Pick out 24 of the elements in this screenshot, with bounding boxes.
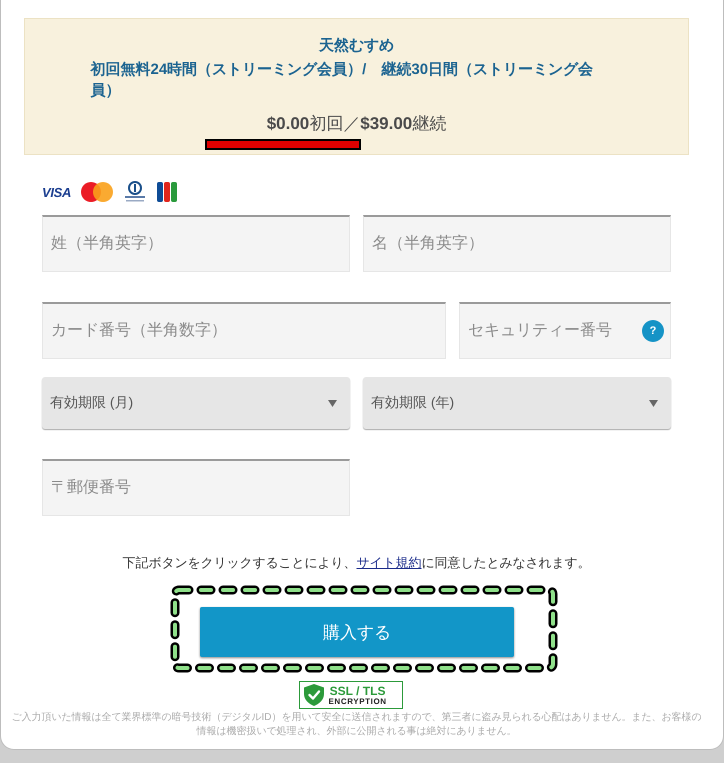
help-icon[interactable]: ? [642,320,664,342]
security-code-field[interactable]: セキュリティー番号 ? [459,302,671,359]
input-field[interactable]: 姓（半角英字） [42,215,350,272]
input-field[interactable]: 名（半角英字） [363,215,671,272]
purchase-button[interactable]: 購入する [200,607,514,657]
input-field[interactable]: 〒郵便番号 [42,459,350,516]
terms-link[interactable]: サイト規約 [356,555,422,570]
tricolor-bars-icon [157,182,178,202]
plan-price: $0.00初回／$39.00継続 [266,113,448,135]
input-field[interactable]: カード番号（半角数字） [42,302,446,359]
ring-logo-icon [123,181,148,203]
caret-icon [649,400,658,406]
plan-title: 天然むすめ [318,36,395,56]
dropdown-select[interactable]: 有効期限 (年) [363,377,671,429]
security-note: ご入力頂いた情報は全て業界標準の暗号技術（デジタルID）を用いて安全に送信されますので、第三者に盗み見られる心配はありません。また、お客様の情報は機密扱いで処理され、外部に公開される事は絶対にありません。 [10,711,702,739]
caret-icon [328,400,337,406]
plan-description: 初回無料24時間（ストリーミング会員）/ 継続30日間（ストリーミング会員） [90,60,594,101]
ssl-subtitle: ENCRYPTION [328,698,387,706]
overlapping-circles-icon [81,182,114,202]
ssl-title: SSL / TLS [330,684,386,696]
shield-check-icon [304,684,324,706]
agreement-text: 下記ボタンをクリックすることにより、サイト規約に同意したとみなされます。 [122,554,592,572]
dropdown-select[interactable]: 有効期限 (月) [42,377,350,429]
card-brand-logo: VISA [42,184,72,200]
